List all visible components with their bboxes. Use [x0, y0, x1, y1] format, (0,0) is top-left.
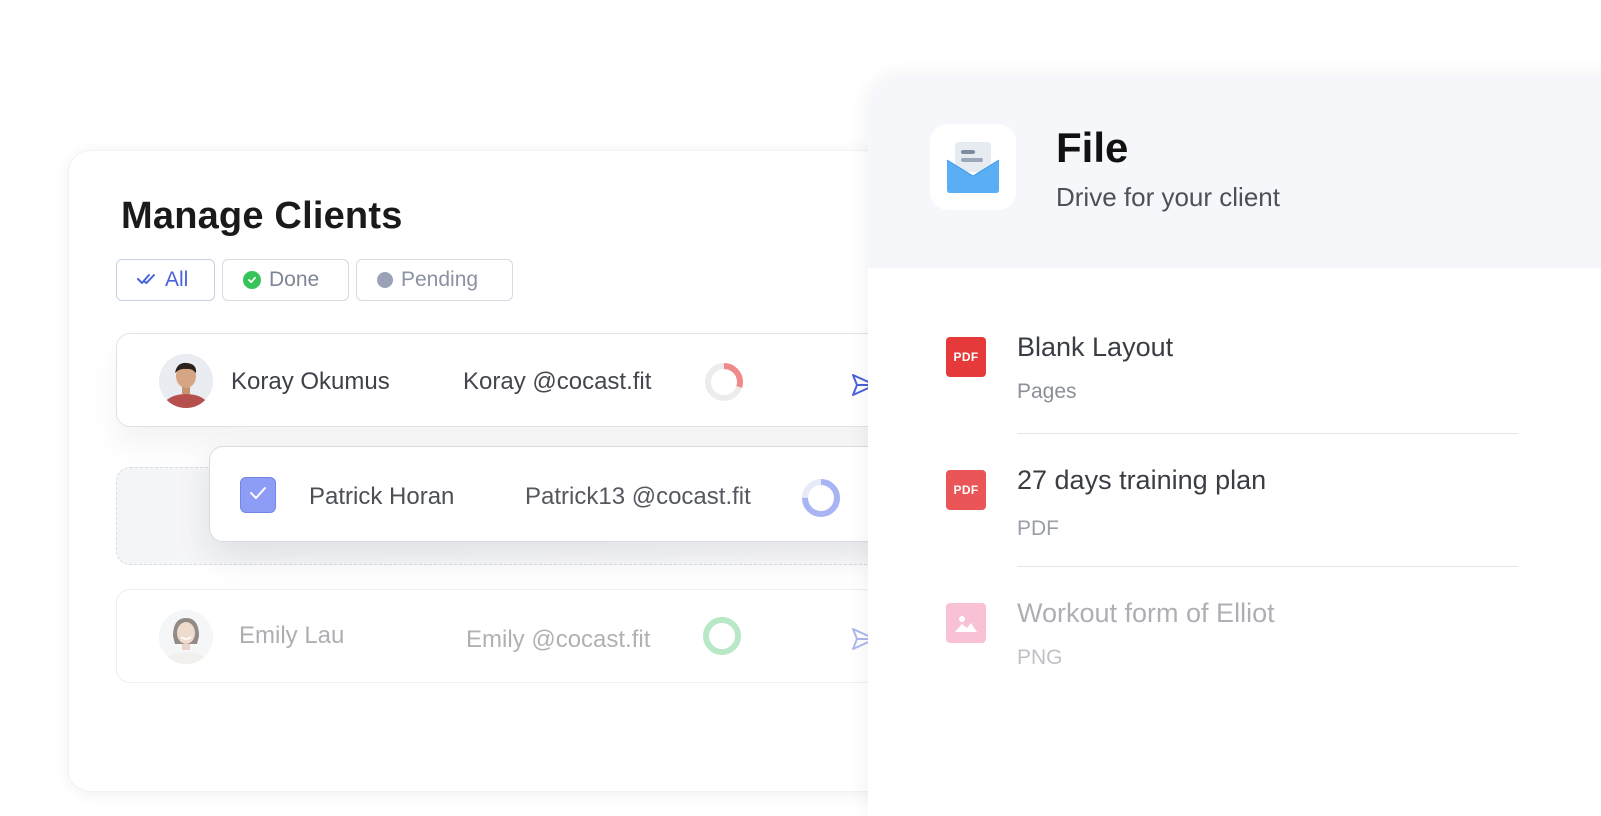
file-name: Blank Layout — [1017, 332, 1174, 362]
client-row-emily[interactable]: Emily Lau Emily @cocast.fit — [116, 589, 956, 683]
card-fade — [69, 671, 949, 791]
file-panel: File Drive for your client PDF Blank Lay… — [868, 76, 1601, 816]
avatar — [159, 610, 213, 664]
file-panel-subtitle: Drive for your client — [1056, 182, 1280, 212]
image-icon — [946, 603, 986, 643]
file-type: PNG — [1017, 646, 1063, 669]
file-type: Pages — [1017, 380, 1077, 403]
checkmark-icon — [249, 486, 267, 505]
pdf-icon: PDF — [946, 470, 986, 510]
page-title: Manage Clients — [121, 195, 403, 237]
file-type: PDF — [1017, 517, 1059, 540]
file-item[interactable]: PDF 27 days training plan PDF — [868, 449, 1601, 581]
progress-ring — [701, 615, 743, 662]
row-checkbox[interactable] — [240, 477, 276, 513]
client-name: Patrick Horan — [309, 483, 455, 510]
client-row-koray[interactable]: Koray Okumus Koray @cocast.fit — [116, 333, 956, 427]
client-name: Emily Lau — [239, 622, 345, 649]
dot-icon — [377, 272, 393, 288]
file-name: 27 days training plan — [1017, 465, 1267, 495]
avatar — [159, 354, 213, 408]
client-email: Emily @cocast.fit — [466, 626, 651, 653]
mail-open-icon — [930, 124, 1016, 210]
file-name: Workout form of Elliot — [1017, 598, 1275, 628]
filter-done-button[interactable]: Done — [222, 259, 349, 301]
filter-all-label: All — [165, 268, 189, 291]
check-circle-icon — [243, 271, 261, 289]
divider — [1017, 566, 1518, 567]
file-item[interactable]: Workout form of Elliot PNG — [868, 582, 1601, 714]
client-name: Koray Okumus — [231, 368, 390, 395]
filter-pending-label: Pending — [401, 268, 479, 291]
progress-ring — [800, 477, 842, 524]
client-email: Koray @cocast.fit — [463, 368, 652, 395]
file-panel-header: File Drive for your client — [868, 76, 1601, 268]
file-panel-title: File — [1056, 124, 1129, 171]
client-row-patrick[interactable]: Patrick Horan Patrick13 @cocast.fit — [209, 446, 889, 542]
filter-done-label: Done — [269, 268, 320, 291]
pdf-icon: PDF — [946, 337, 986, 377]
divider — [1017, 433, 1518, 434]
client-email: Patrick13 @cocast.fit — [525, 483, 751, 510]
double-check-icon — [137, 268, 157, 292]
file-item[interactable]: PDF Blank Layout Pages — [868, 316, 1601, 448]
progress-ring — [703, 361, 745, 408]
filter-pending-button[interactable]: Pending — [356, 259, 513, 301]
filter-all-button[interactable]: All — [116, 259, 215, 301]
